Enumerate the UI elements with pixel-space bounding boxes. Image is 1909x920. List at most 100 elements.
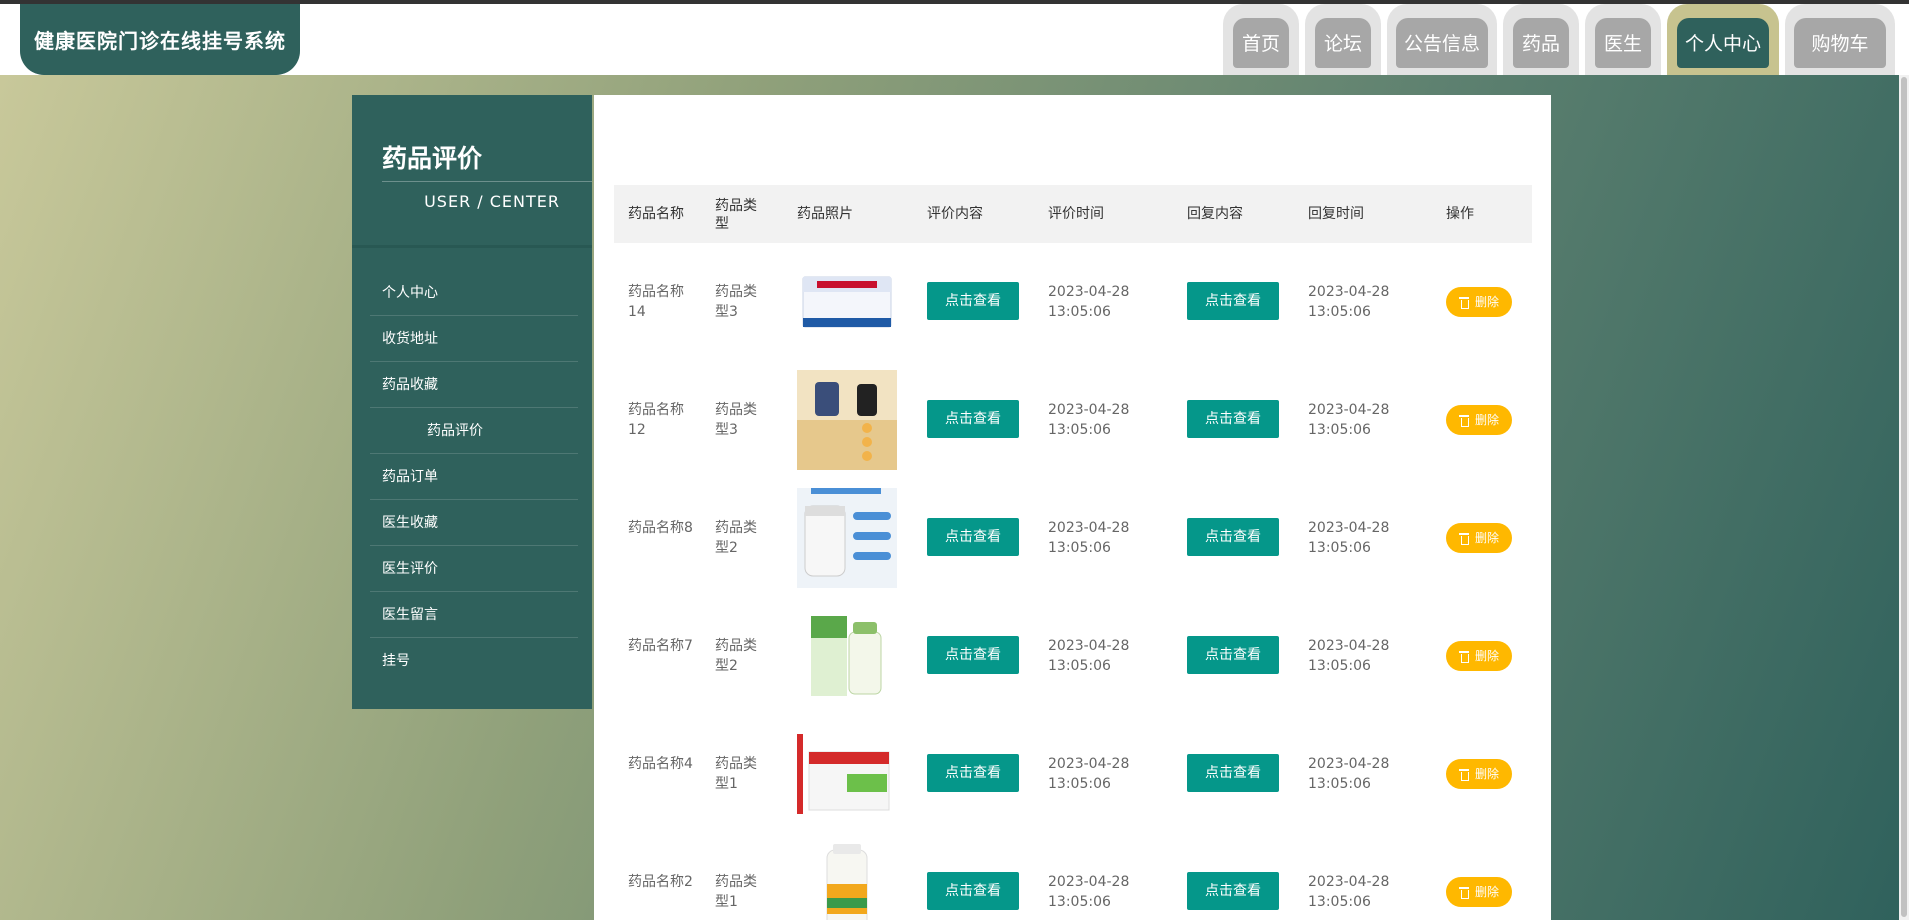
cell-reply-time: 2023-04-28 13:05:06 — [1308, 284, 1390, 320]
medicine-photo — [797, 370, 897, 470]
nav-label: 个人中心 — [1677, 17, 1769, 68]
view-review-button[interactable]: 点击查看 — [927, 518, 1019, 556]
nav-label: 首页 — [1233, 17, 1289, 68]
cell-medicine-name: 药品名称4 — [628, 756, 693, 772]
cell-medicine-name: 药品名称14 — [628, 284, 684, 320]
cell-medicine-type: 药品类型2 — [715, 638, 757, 674]
content-panel: 药品名称 药品类型 药品照片 评价内容 评价时间 回复内容 回复时间 操作 药品… — [594, 95, 1551, 920]
table-row: 药品名称12 药品类型3 点击查看 2023-04-28 13:05:06 点击… — [614, 361, 1532, 479]
view-review-button[interactable]: 点击查看 — [927, 636, 1019, 674]
cell-medicine-type: 药品类型1 — [715, 756, 757, 792]
delete-label: 删除 — [1474, 649, 1499, 663]
view-review-button[interactable]: 点击查看 — [927, 400, 1019, 438]
sidebar-item-medicine-reviews[interactable]: 药品评价 — [370, 408, 578, 454]
page-scrollbar[interactable] — [1899, 75, 1909, 920]
cell-medicine-type: 药品类型2 — [715, 520, 757, 556]
medicine-image — [797, 724, 897, 824]
delete-label: 删除 — [1474, 413, 1499, 427]
cell-medicine-name: 药品名称12 — [628, 402, 684, 438]
view-reply-button[interactable]: 点击查看 — [1187, 636, 1279, 674]
main-nav: 首页 论坛 公告信息 药品 医生 个人中心 购物车 — [1223, 4, 1895, 75]
medicine-photo — [797, 842, 897, 920]
cell-medicine-type: 药品类型3 — [715, 284, 757, 320]
header-review-content: 评价内容 — [927, 206, 983, 222]
sidebar-item-doctor-reviews[interactable]: 医生评价 — [370, 546, 578, 592]
nav-announcements[interactable]: 公告信息 — [1387, 4, 1497, 75]
delete-button[interactable]: 删除 — [1446, 759, 1512, 789]
header-medicine-type: 药品类型 — [715, 198, 757, 232]
view-reply-button[interactable]: 点击查看 — [1187, 518, 1279, 556]
cell-medicine-type: 药品类型3 — [715, 402, 757, 438]
sidebar-menu: 个人中心 收货地址 药品收藏 药品评价 药品订单 医生收藏 医生评价 医生留言 … — [370, 270, 578, 684]
sidebar: 药品评价 USER / CENTER 个人中心 收货地址 药品收藏 药品评价 药… — [352, 95, 592, 709]
cell-medicine-name: 药品名称8 — [628, 520, 693, 536]
delete-button[interactable]: 删除 — [1446, 287, 1512, 317]
view-reply-button[interactable]: 点击查看 — [1187, 282, 1279, 320]
view-review-button[interactable]: 点击查看 — [927, 872, 1019, 910]
trash-icon — [1458, 650, 1469, 663]
delete-button[interactable]: 删除 — [1446, 523, 1512, 553]
cell-review-time: 2023-04-28 13:05:06 — [1048, 520, 1130, 556]
cell-reply-time: 2023-04-28 13:05:06 — [1308, 756, 1390, 792]
view-reply-button[interactable]: 点击查看 — [1187, 754, 1279, 792]
header-medicine-photo: 药品照片 — [797, 206, 853, 222]
view-review-button[interactable]: 点击查看 — [927, 282, 1019, 320]
table-row: 药品名称8 药品类型2 点击查看 2023-04-28 13:05:06 点击查… — [614, 479, 1532, 597]
cell-reply-time: 2023-04-28 13:05:06 — [1308, 402, 1390, 438]
site-title: 健康医院门诊在线挂号系统 — [34, 29, 286, 53]
cell-medicine-name: 药品名称7 — [628, 638, 693, 654]
delete-label: 删除 — [1474, 885, 1499, 899]
cell-review-time: 2023-04-28 13:05:06 — [1048, 756, 1130, 792]
medicine-image — [797, 252, 897, 352]
delete-button[interactable]: 删除 — [1446, 405, 1512, 435]
table-row: 药品名称4 药品类型1 点击查看 2023-04-28 13:05:06 点击查… — [614, 715, 1532, 833]
sidebar-item-doctor-messages[interactable]: 医生留言 — [370, 592, 578, 638]
cell-medicine-type: 药品类型1 — [715, 874, 757, 910]
delete-label: 删除 — [1474, 531, 1499, 545]
trash-icon — [1458, 414, 1469, 427]
sidebar-item-registration[interactable]: 挂号 — [370, 638, 578, 684]
trash-icon — [1458, 296, 1469, 309]
nav-label: 论坛 — [1315, 17, 1371, 68]
delete-label: 删除 — [1474, 295, 1499, 309]
table-header: 药品名称 药品类型 药品照片 评价内容 评价时间 回复内容 回复时间 操作 — [614, 185, 1532, 243]
sidebar-item-doctor-favorites[interactable]: 医生收藏 — [370, 500, 578, 546]
cell-review-time: 2023-04-28 13:05:06 — [1048, 284, 1130, 320]
nav-home[interactable]: 首页 — [1223, 4, 1299, 75]
nav-label: 购物车 — [1794, 17, 1886, 68]
sidebar-title: 药品评价 — [382, 144, 483, 173]
sidebar-item-address[interactable]: 收货地址 — [370, 316, 578, 362]
header-reply-content: 回复内容 — [1187, 206, 1243, 222]
table-row: 药品名称7 药品类型2 点击查看 2023-04-28 13:05:06 点击查… — [614, 597, 1532, 715]
reviews-table: 药品名称 药品类型 药品照片 评价内容 评价时间 回复内容 回复时间 操作 药品… — [614, 185, 1532, 920]
header-actions: 操作 — [1446, 206, 1474, 222]
view-review-button[interactable]: 点击查看 — [927, 754, 1019, 792]
nav-doctor[interactable]: 医生 — [1585, 4, 1661, 75]
nav-medicine[interactable]: 药品 — [1503, 4, 1579, 75]
header-reply-time: 回复时间 — [1308, 206, 1364, 222]
view-reply-button[interactable]: 点击查看 — [1187, 400, 1279, 438]
nav-forum[interactable]: 论坛 — [1305, 4, 1381, 75]
medicine-photo — [797, 606, 897, 706]
sidebar-item-medicine-favorites[interactable]: 药品收藏 — [370, 362, 578, 408]
nav-label: 公告信息 — [1396, 17, 1488, 68]
table-row: 药品名称14 药品类型3 点击查看 2023-04-28 13:05:06 点击… — [614, 243, 1532, 361]
delete-button[interactable]: 删除 — [1446, 641, 1512, 671]
cell-reply-time: 2023-04-28 13:05:06 — [1308, 874, 1390, 910]
medicine-photo — [797, 724, 897, 824]
cell-review-time: 2023-04-28 13:05:06 — [1048, 402, 1130, 438]
medicine-image — [797, 606, 897, 706]
sidebar-item-medicine-orders[interactable]: 药品订单 — [370, 454, 578, 500]
trash-icon — [1458, 768, 1469, 781]
medicine-image — [797, 370, 897, 470]
nav-user-center[interactable]: 个人中心 — [1667, 4, 1779, 75]
nav-cart[interactable]: 购物车 — [1785, 4, 1895, 75]
view-reply-button[interactable]: 点击查看 — [1187, 872, 1279, 910]
cell-review-time: 2023-04-28 13:05:06 — [1048, 874, 1130, 910]
scrollbar-thumb[interactable] — [1901, 77, 1907, 917]
delete-button[interactable]: 删除 — [1446, 877, 1512, 907]
medicine-photo — [797, 488, 897, 588]
sidebar-subtitle: USER / CENTER — [424, 192, 560, 211]
sidebar-item-user-center[interactable]: 个人中心 — [370, 270, 578, 316]
site-logo[interactable]: 健康医院门诊在线挂号系统 — [20, 4, 300, 75]
